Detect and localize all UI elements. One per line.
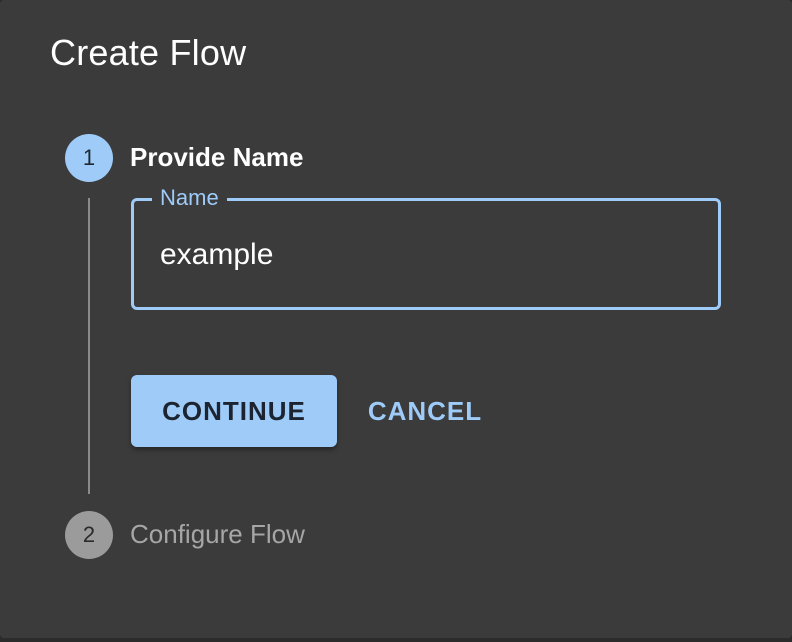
step-1-number-badge: 1: [65, 134, 113, 182]
step-2-number-badge[interactable]: 2: [65, 511, 113, 559]
cancel-button[interactable]: CANCEL: [360, 375, 490, 447]
step-connector-line: [88, 198, 90, 494]
continue-button[interactable]: CONTINUE: [131, 375, 337, 447]
name-field[interactable]: Name: [131, 183, 721, 310]
step-2-label[interactable]: Configure Flow: [130, 518, 305, 550]
create-flow-dialog: Create Flow 1 Provide Name Name CONTINUE…: [0, 0, 792, 638]
dialog-title: Create Flow: [50, 32, 247, 73]
step-1-label: Provide Name: [130, 142, 304, 172]
name-input[interactable]: [160, 235, 680, 275]
name-field-label: Name: [152, 183, 227, 213]
